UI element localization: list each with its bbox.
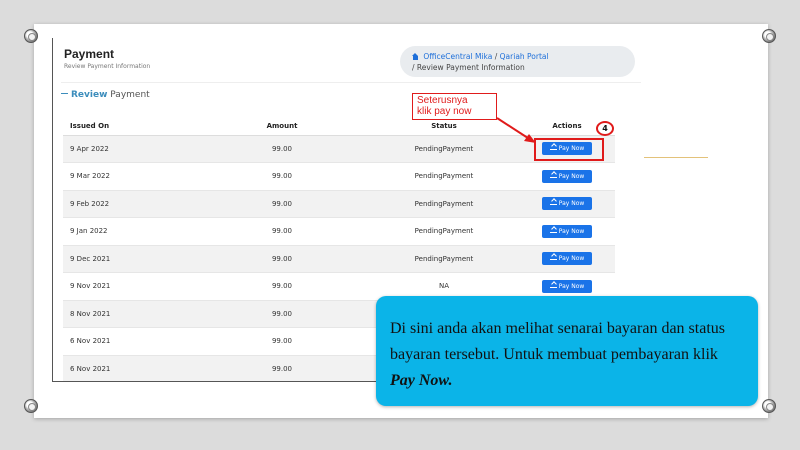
callout-line-2: klik pay now: [417, 106, 472, 117]
info-box: Di sini anda akan melihat senarai bayara…: [376, 296, 758, 406]
pay-now-highlight: [534, 138, 604, 161]
info-emphasis: Pay Now.: [390, 372, 453, 389]
callout-label: Seterusnya klik pay now: [412, 93, 497, 120]
step-number-badge: 4: [596, 121, 614, 136]
info-text: Di sini anda akan melihat senarai bayara…: [390, 320, 725, 363]
callout-line-1: Seterusnya: [417, 95, 468, 106]
